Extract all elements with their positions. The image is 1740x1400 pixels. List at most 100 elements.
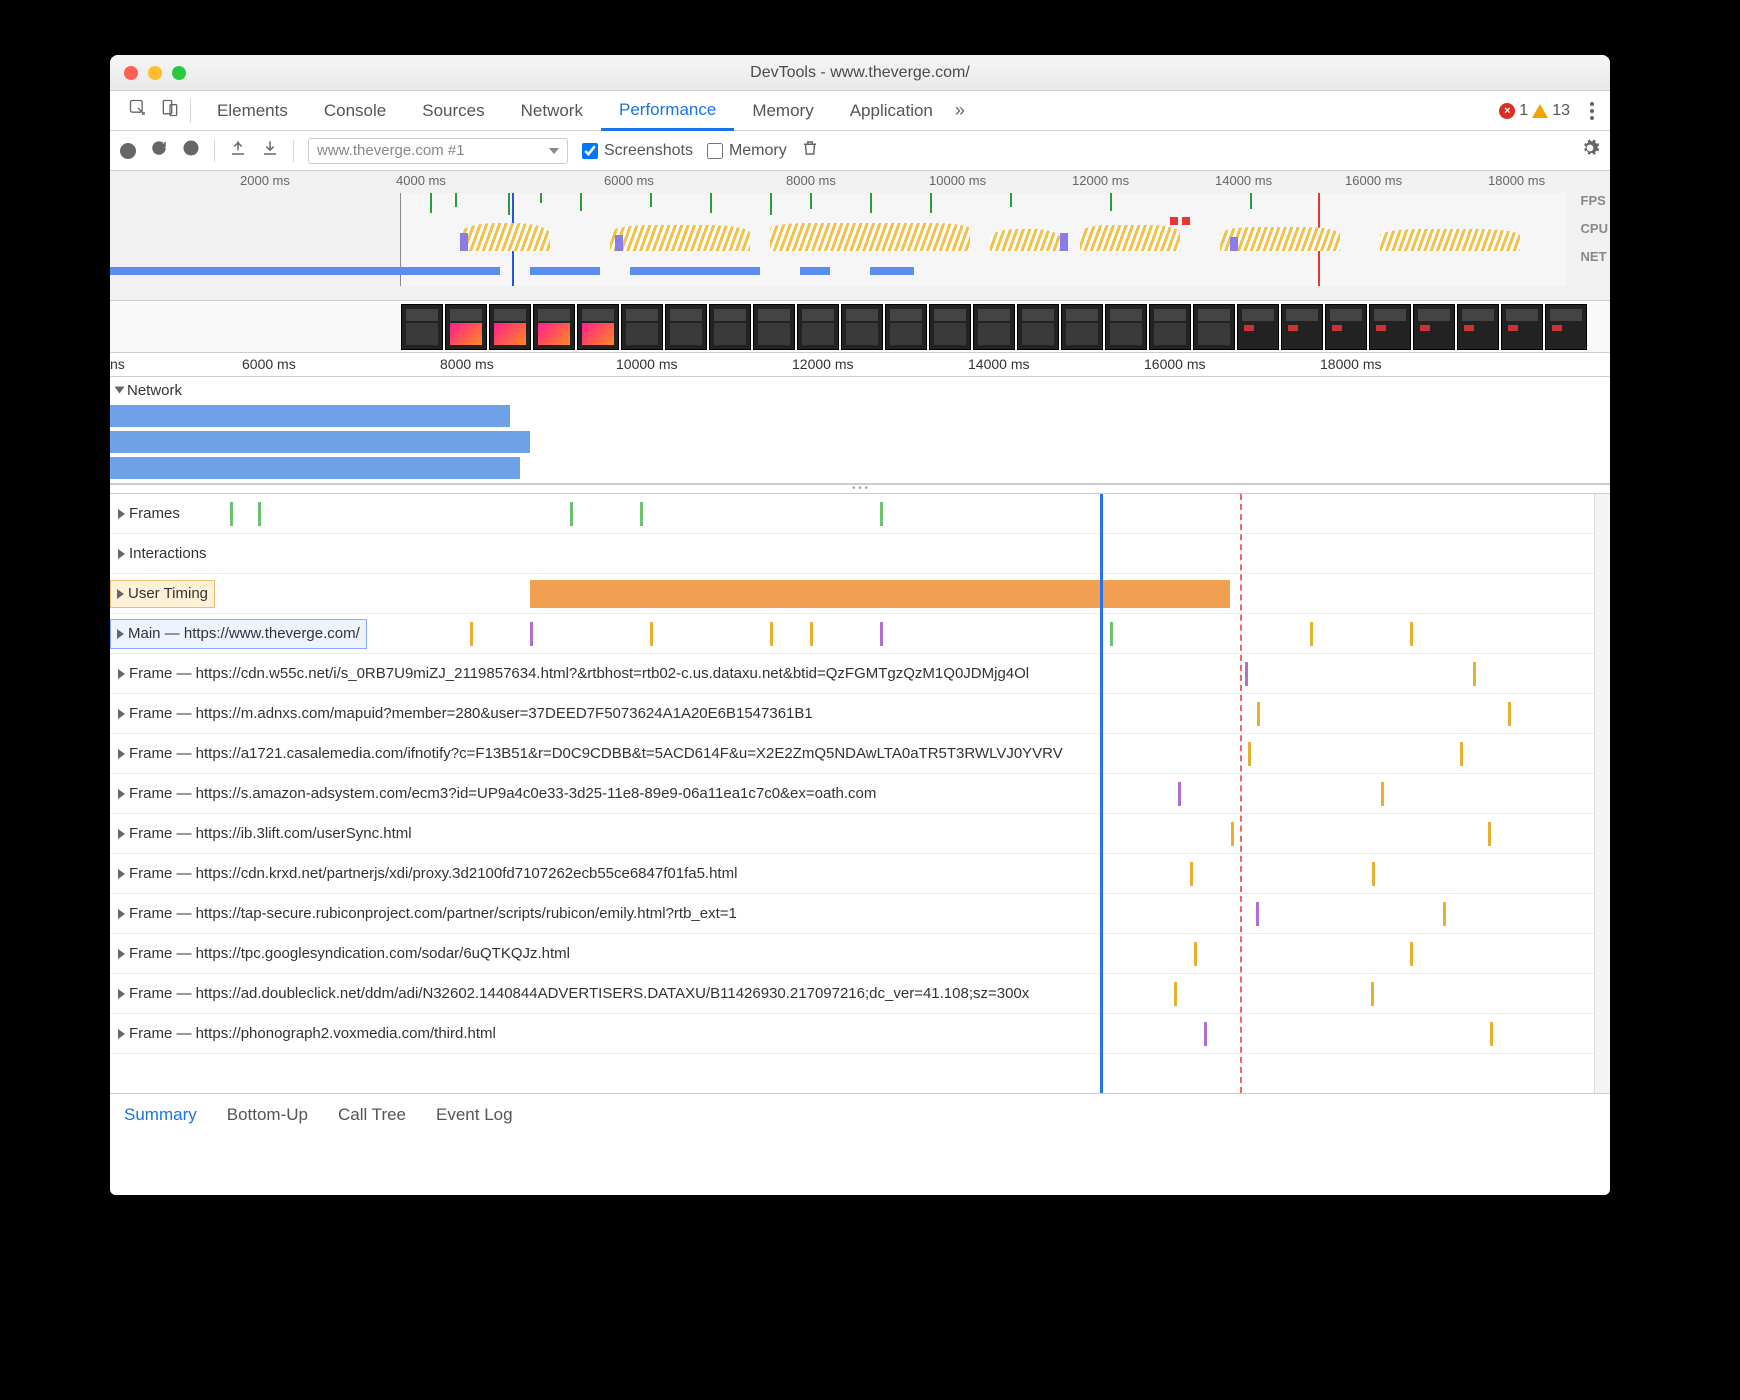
ruler-tick: 10000 ms xyxy=(929,173,986,188)
expander-icon xyxy=(117,629,124,639)
tab-memory[interactable]: Memory xyxy=(734,91,831,130)
filmstrip-thumb[interactable] xyxy=(489,304,531,350)
tab-summary[interactable]: Summary xyxy=(124,1105,197,1125)
frame-row[interactable]: Frame — https://phonograph2.voxmedia.com… xyxy=(110,1014,1610,1054)
resize-grip[interactable]: • • • xyxy=(110,484,1610,494)
tab-console[interactable]: Console xyxy=(306,91,404,130)
ruler-tick: 6000 ms xyxy=(242,356,296,372)
frame-row[interactable]: Frame — https://ad.doubleclick.net/ddm/a… xyxy=(110,974,1610,1014)
network-header[interactable]: Network xyxy=(110,377,1610,403)
frame-row[interactable]: Frame — https://tap-secure.rubiconprojec… xyxy=(110,894,1610,934)
filmstrip-thumb[interactable] xyxy=(1501,304,1543,350)
error-count: 1 xyxy=(1519,102,1528,120)
recording-selector-label: www.theverge.com #1 xyxy=(317,142,465,159)
console-status[interactable]: × 1 13 xyxy=(1499,102,1570,120)
filmstrip-thumb[interactable] xyxy=(753,304,795,350)
filmstrip-thumb[interactable] xyxy=(1413,304,1455,350)
error-icon: × xyxy=(1499,103,1515,119)
main-thread-row[interactable]: Main — https://www.theverge.com/ xyxy=(110,614,1610,654)
filmstrip-thumb[interactable] xyxy=(665,304,707,350)
frame-row[interactable]: Frame — https://tpc.googlesyndication.co… xyxy=(110,934,1610,974)
trash-icon[interactable] xyxy=(801,139,819,162)
frame-row[interactable]: Frame — https://cdn.krxd.net/partnerjs/x… xyxy=(110,854,1610,894)
frame-row[interactable]: Frame — https://m.adnxs.com/mapuid?membe… xyxy=(110,694,1610,734)
ruler-tick: 12000 ms xyxy=(1072,173,1129,188)
filmstrip-thumb[interactable] xyxy=(929,304,971,350)
ruler-tick: 18000 ms xyxy=(1488,173,1545,188)
filmstrip-thumb[interactable] xyxy=(885,304,927,350)
frame-row[interactable]: Frame — https://s.amazon-adsystem.com/ec… xyxy=(110,774,1610,814)
filmstrip-thumb[interactable] xyxy=(1325,304,1367,350)
scrollbar[interactable] xyxy=(1594,494,1610,1093)
flamechart[interactable]: Frames Interactions User Timing Main — h… xyxy=(110,494,1610,1093)
frame-row[interactable]: Frame — https://cdn.w55c.net/i/s_0RB7U9m… xyxy=(110,654,1610,694)
filmstrip-thumb[interactable] xyxy=(445,304,487,350)
frame-row[interactable]: Frame — https://a1721.casalemedia.com/if… xyxy=(110,734,1610,774)
overview-ruler: 2000 ms4000 ms6000 ms8000 ms10000 ms1200… xyxy=(110,171,1610,193)
tab-application[interactable]: Application xyxy=(832,91,951,130)
frame-url: Frame — https://tap-secure.rubiconprojec… xyxy=(129,905,737,922)
filmstrip-thumb[interactable] xyxy=(1545,304,1587,350)
settings-icon[interactable] xyxy=(1580,138,1600,163)
tab-sources[interactable]: Sources xyxy=(404,91,502,130)
filmstrip-thumb[interactable] xyxy=(1369,304,1411,350)
filmstrip-thumb[interactable] xyxy=(709,304,751,350)
tab-network[interactable]: Network xyxy=(503,91,601,130)
dropdown-icon xyxy=(549,148,559,154)
overview-net-track xyxy=(110,253,1566,283)
expander-icon xyxy=(118,669,125,679)
filmstrip-thumb[interactable] xyxy=(577,304,619,350)
kebab-menu-icon[interactable] xyxy=(1582,102,1602,120)
memory-checkbox[interactable]: Memory xyxy=(707,142,787,160)
ruler-tick: 16000 ms xyxy=(1345,173,1402,188)
frame-row[interactable]: Frame — https://ib.3lift.com/userSync.ht… xyxy=(110,814,1610,854)
warning-icon xyxy=(1532,104,1548,118)
filmstrip-thumb[interactable] xyxy=(797,304,839,350)
device-toggle-icon[interactable] xyxy=(160,98,180,123)
filmstrip-thumb[interactable] xyxy=(401,304,443,350)
filmstrip-thumb[interactable] xyxy=(1237,304,1279,350)
filmstrip-thumb[interactable] xyxy=(621,304,663,350)
memory-label: Memory xyxy=(729,142,787,160)
filmstrip-thumb[interactable] xyxy=(841,304,883,350)
filmstrip-thumb[interactable] xyxy=(533,304,575,350)
save-profile-icon[interactable] xyxy=(261,139,279,162)
overview-timeline[interactable]: 2000 ms4000 ms6000 ms8000 ms10000 ms1200… xyxy=(110,171,1610,301)
bottom-tabs: Summary Bottom-Up Call Tree Event Log xyxy=(110,1093,1610,1135)
filmstrip-thumb[interactable] xyxy=(1193,304,1235,350)
network-bars[interactable] xyxy=(110,403,1610,483)
tab-bottom-up[interactable]: Bottom-Up xyxy=(227,1105,308,1125)
clear-icon[interactable] xyxy=(182,139,200,162)
expander-icon xyxy=(118,709,125,719)
recording-selector[interactable]: www.theverge.com #1 xyxy=(308,138,568,164)
expander-icon xyxy=(118,989,125,999)
filmstrip-thumb[interactable] xyxy=(1105,304,1147,350)
tab-performance[interactable]: Performance xyxy=(601,92,734,131)
filmstrip-thumb[interactable] xyxy=(1149,304,1191,350)
tab-call-tree[interactable]: Call Tree xyxy=(338,1105,406,1125)
screenshot-filmstrip[interactable] xyxy=(110,301,1610,353)
interactions-row[interactable]: Interactions xyxy=(110,534,1610,574)
filmstrip-thumb[interactable] xyxy=(1281,304,1323,350)
reload-icon[interactable] xyxy=(150,139,168,162)
screenshots-checkbox-input[interactable] xyxy=(582,143,598,159)
inspect-icon[interactable] xyxy=(128,98,148,123)
window-title: DevTools - www.theverge.com/ xyxy=(110,64,1610,82)
frames-row[interactable]: Frames xyxy=(110,494,1610,534)
memory-checkbox-input[interactable] xyxy=(707,143,723,159)
user-timing-row[interactable]: User Timing xyxy=(110,574,1610,614)
load-profile-icon[interactable] xyxy=(229,139,247,162)
tab-elements[interactable]: Elements xyxy=(199,91,306,130)
expander-icon xyxy=(118,829,125,839)
record-button[interactable] xyxy=(120,143,136,159)
filmstrip-thumb[interactable] xyxy=(1061,304,1103,350)
filmstrip-thumb[interactable] xyxy=(1017,304,1059,350)
expander-icon xyxy=(118,909,125,919)
filmstrip-thumb[interactable] xyxy=(1457,304,1499,350)
filmstrip-thumb[interactable] xyxy=(973,304,1015,350)
screenshots-checkbox[interactable]: Screenshots xyxy=(582,142,693,160)
frame-url: Frame — https://cdn.w55c.net/i/s_0RB7U9m… xyxy=(129,665,1029,682)
tab-event-log[interactable]: Event Log xyxy=(436,1105,513,1125)
frame-url: Frame — https://a1721.casalemedia.com/if… xyxy=(129,745,1063,762)
more-tabs-icon[interactable]: » xyxy=(951,100,969,121)
